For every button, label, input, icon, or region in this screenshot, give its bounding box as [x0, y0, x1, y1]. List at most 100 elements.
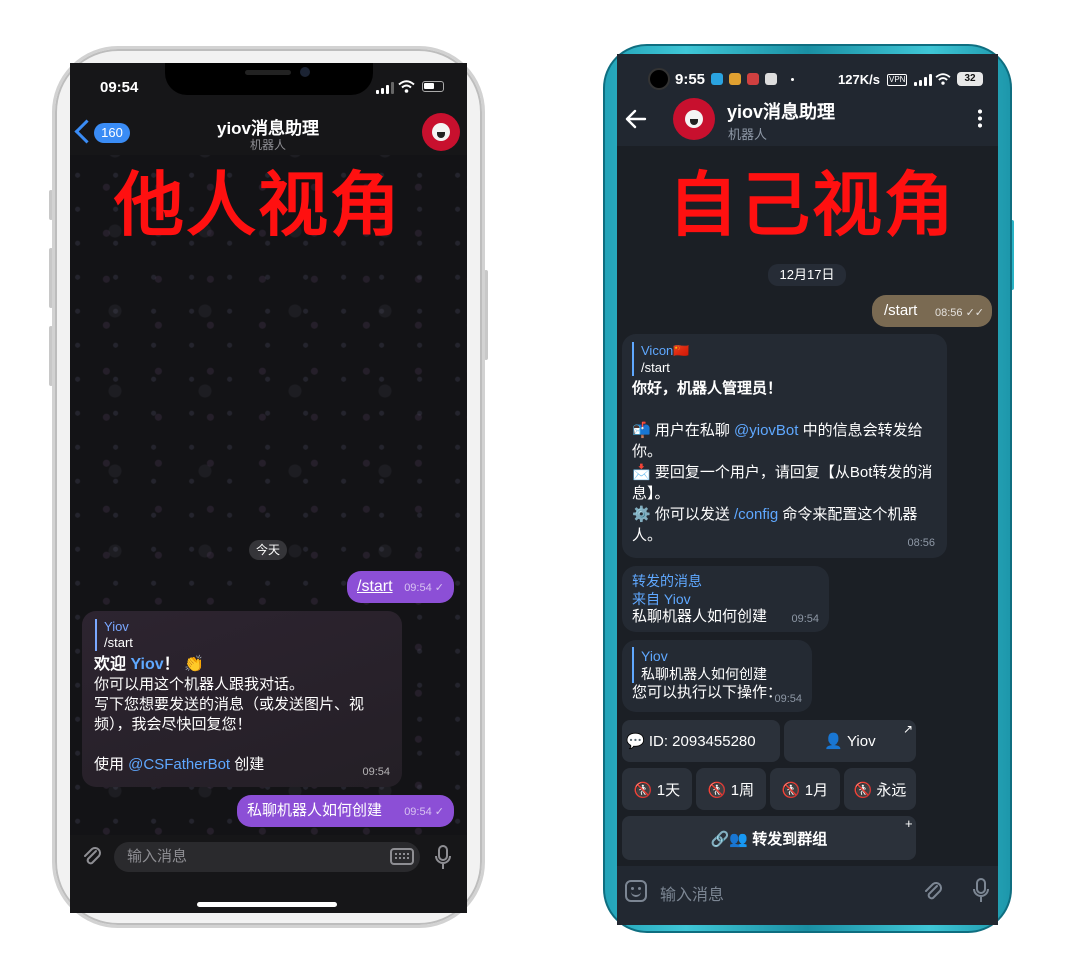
keyboard-icon[interactable] [390, 848, 414, 865]
message-input[interactable]: 输入消息 [660, 881, 724, 905]
front-camera [648, 68, 670, 90]
message-text-command[interactable]: /start [884, 302, 917, 319]
p1-prefix: 📬 用户在私聊 [632, 422, 735, 439]
p3-prefix: ⚙️ 你可以发送 [632, 506, 735, 523]
wifi-icon [398, 80, 415, 93]
user-id-label: 💬 ID: 2093455280 [626, 733, 756, 750]
message-text: 私聊机器人如何创建 [247, 802, 383, 819]
forwarded-label: 转发的消息 [632, 573, 702, 589]
bot-avatar[interactable] [422, 113, 460, 151]
reply-quote[interactable]: Vicon🇨🇳 /start [632, 342, 937, 376]
user-profile-label: 👤 Yiov [824, 733, 876, 750]
greet-suffix: ！ 👏 [163, 656, 205, 673]
message-input[interactable]: 输入消息 [114, 842, 420, 872]
admin-greeting: 你好，机器人管理员！ [632, 380, 783, 397]
creator-bot-link[interactable]: @CSFatherBot [128, 756, 230, 773]
home-indicator [197, 902, 337, 907]
forwarded-from[interactable]: 来自 Yiov [632, 590, 819, 608]
ban-1-day-button[interactable]: 🚷 1天 [622, 768, 692, 810]
reply-author: Yiov [641, 648, 668, 664]
more-options-icon[interactable] [978, 108, 982, 128]
app-notification-icon [747, 73, 759, 85]
message-text-command[interactable]: /start [357, 578, 393, 595]
sticker-emoji-icon[interactable] [625, 880, 647, 902]
notification-icons [711, 73, 794, 85]
external-link-arrow-icon: ↗ [903, 722, 914, 736]
greet-name-link[interactable]: Yiov [130, 656, 163, 673]
ban-1-week-button[interactable]: 🚷 1周 [696, 768, 766, 810]
reply-text: 私聊机器人如何创建 [641, 666, 767, 682]
outgoing-message[interactable]: /start 08:56 ✓✓ [872, 295, 992, 327]
speaker-grille [245, 70, 291, 75]
iphone-notch [165, 63, 373, 95]
wifi-icon [935, 73, 951, 85]
reply-author: Yiov [104, 619, 129, 634]
footer-prefix: 使用 [94, 756, 129, 773]
kfc-logo-icon [685, 110, 703, 128]
message-time: 09:54 [774, 693, 802, 705]
attachment-paperclip-icon[interactable] [80, 845, 104, 869]
signal-icon [376, 82, 394, 94]
telegram-notification-icon [711, 73, 723, 85]
more-notifications-dot-icon [791, 78, 794, 81]
double-check-icon: ✓✓ [965, 307, 984, 319]
unread-count-badge[interactable]: 160 [94, 123, 130, 143]
microphone-icon[interactable] [972, 878, 990, 904]
chat-subtitle: 机器人 [728, 127, 768, 142]
vpn-badge: VPN [887, 74, 908, 86]
welcome-line-2: 写下您想要发送的消息（或发送图片、视频），我会尽快回复您！ [94, 696, 365, 733]
message-time: 09:54 [404, 806, 432, 818]
bot-avatar[interactable] [673, 98, 715, 140]
user-id-button[interactable]: 💬 ID: 2093455280 [622, 720, 780, 762]
status-time: 9:55 [675, 71, 706, 88]
greet-prefix: 欢迎 [94, 656, 131, 673]
config-command-link[interactable]: /config [734, 506, 778, 523]
status-time: 09:54 [100, 79, 139, 96]
app-notification-icon [765, 73, 777, 85]
reply-quote[interactable]: Yiov /start [95, 619, 390, 651]
ban-forever-label: 🚷 永远 [853, 781, 907, 799]
read-check-icon: ✓ [434, 582, 444, 594]
ban-forever-button[interactable]: 🚷 永远 [844, 768, 916, 810]
overlay-label-own-view: 自己视角 [668, 164, 956, 246]
signal-icon [914, 74, 932, 86]
reply-text: /start [641, 360, 670, 375]
message-time: 09:54 [404, 582, 432, 594]
incoming-admin-message: Vicon🇨🇳 /start 你好，机器人管理员！ 📬 用户在私聊 @yiovB… [622, 334, 947, 558]
bot-username-link[interactable]: @yiovBot [734, 422, 798, 439]
message-time: 08:56 [934, 307, 963, 319]
incoming-bot-reply: Yiov 私聊机器人如何创建 您可以执行以下操作： 09:54 [622, 640, 812, 712]
chat-subtitle: 机器人 [249, 138, 286, 152]
date-chip: 12月17日 [768, 264, 846, 286]
ban-1-week-label: 🚷 1周 [707, 781, 755, 799]
message-time: 09:54 [791, 613, 819, 625]
ban-1-day-label: 🚷 1天 [633, 781, 681, 799]
forward-to-group-button[interactable]: 🔗👥 转发到群组 [622, 816, 916, 860]
message-time: 08:56 [907, 537, 935, 549]
reply-author: Vicon🇨🇳 [641, 343, 690, 358]
ban-1-month-label: 🚷 1月 [781, 781, 829, 799]
incoming-welcome-message: Yiov /start 欢迎 Yiov！ 👏 你可以用这个机器人跟我对话。 写下… [82, 611, 402, 787]
add-plus-icon: + [905, 816, 913, 831]
battery-icon: 32 [957, 72, 983, 86]
message-time: 09:54 [362, 766, 390, 778]
reply-quote[interactable]: Yiov 私聊机器人如何创建 [632, 647, 802, 683]
forwarded-message[interactable]: 转发的消息 来自 Yiov 私聊机器人如何创建 09:54 [622, 566, 829, 632]
kfc-logo-icon [432, 123, 450, 141]
microphone-icon[interactable] [434, 845, 452, 871]
welcome-line-1: 你可以用这个机器人跟我对话。 [94, 676, 305, 693]
app-notification-icon [729, 73, 741, 85]
attachment-paperclip-icon[interactable] [921, 880, 945, 904]
outgoing-message[interactable]: /start 09:54 ✓ [347, 571, 454, 603]
outgoing-message[interactable]: 私聊机器人如何创建 09:54 ✓ [237, 795, 454, 827]
ban-1-month-button[interactable]: 🚷 1月 [770, 768, 840, 810]
footer-suffix: 创建 [230, 756, 265, 773]
reply-instructions: 📩 要回复一个用户，请回复【从Bot转发的消息】。 [632, 464, 933, 502]
reply-text: /start [104, 635, 133, 650]
user-profile-button[interactable]: 👤 Yiov [784, 720, 916, 762]
front-camera [300, 67, 310, 77]
read-check-icon: ✓ [434, 806, 444, 818]
battery-icon [422, 81, 444, 92]
back-arrow-icon[interactable] [625, 109, 647, 129]
forward-to-group-label: 🔗👥 转发到群组 [710, 830, 828, 848]
